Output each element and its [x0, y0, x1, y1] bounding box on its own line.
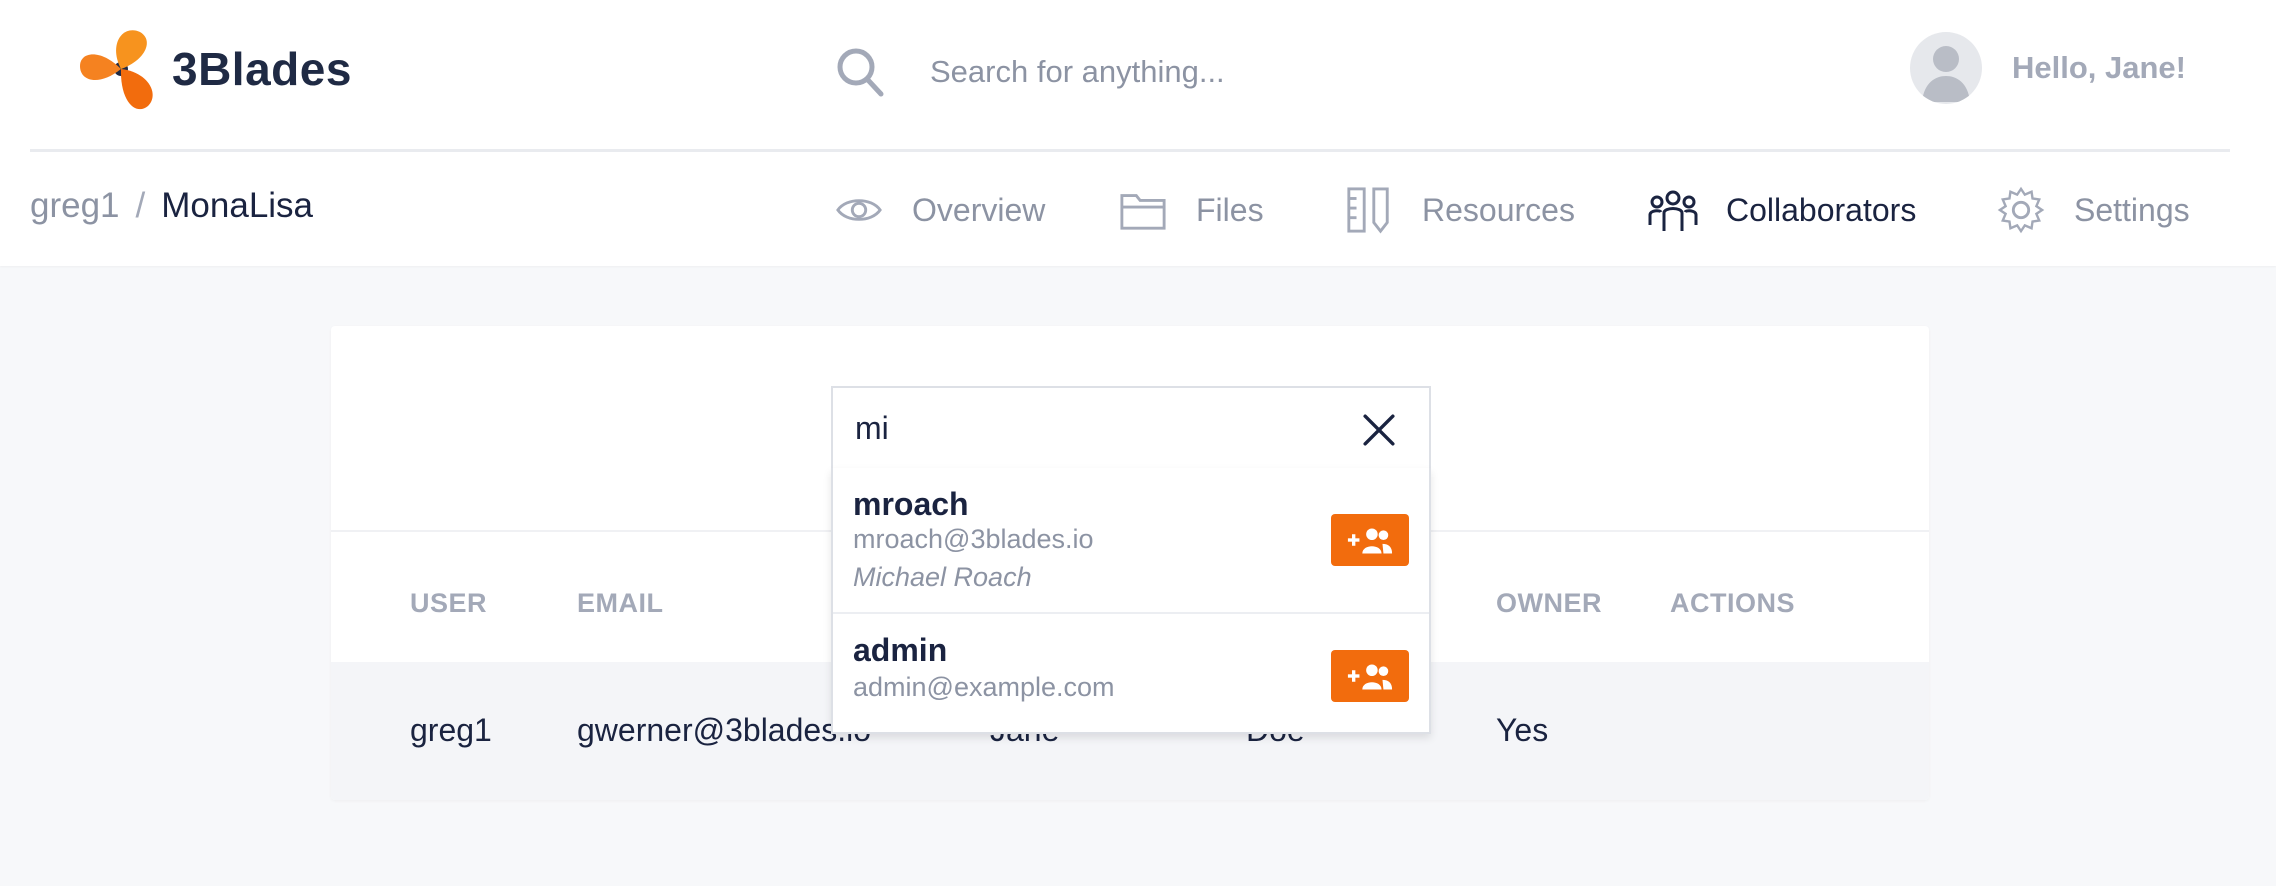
- list-item[interactable]: mroach mroach@3blades.io Michael Roach: [833, 468, 1429, 614]
- breadcrumb-separator: /: [135, 186, 146, 225]
- app-name: 3Blades: [172, 43, 352, 95]
- result-full-name: Michael Roach: [853, 562, 1032, 592]
- user-greeting[interactable]: Hello, Jane!: [2012, 50, 2186, 86]
- add-collaborator-button[interactable]: [1331, 650, 1409, 702]
- result-username: mroach: [853, 486, 969, 522]
- collaborator-search-input[interactable]: [833, 398, 1313, 458]
- add-user-icon: [1347, 528, 1393, 554]
- cell-owner: Yes: [1496, 712, 1549, 748]
- people-icon: [1648, 185, 1698, 235]
- user-silhouette-icon: [1922, 46, 1970, 102]
- cell-email: gwerner@3blades.io: [577, 712, 871, 748]
- tab-overview-label: Overview: [912, 191, 1046, 228]
- tab-settings[interactable]: Settings: [1996, 180, 2190, 240]
- eye-icon: [834, 185, 884, 235]
- tab-resources-label: Resources: [1422, 191, 1575, 228]
- header-divider: [30, 149, 2230, 152]
- avatar[interactable]: [1910, 32, 1982, 104]
- column-header-actions: ACTIONS: [1670, 588, 1795, 618]
- tab-files-label: Files: [1196, 191, 1264, 228]
- top-header: 3Blades Hello, Jane! greg1 / MonaLisa Ov…: [0, 0, 2276, 266]
- column-header-email: EMAIL: [577, 588, 664, 618]
- tab-overview[interactable]: Overview: [834, 180, 1045, 240]
- tab-settings-label: Settings: [2074, 191, 2190, 228]
- result-email: mroach@3blades.io: [853, 524, 1094, 554]
- tab-resources[interactable]: Resources: [1344, 180, 1575, 240]
- result-username: admin: [853, 632, 948, 668]
- list-item[interactable]: admin admin@example.com: [833, 616, 1429, 732]
- global-search-input[interactable]: [930, 44, 1630, 100]
- ruler-pencil-icon: [1344, 185, 1394, 235]
- tab-files[interactable]: Files: [1118, 180, 1264, 240]
- search-icon[interactable]: [835, 46, 885, 98]
- breadcrumb: greg1 / MonaLisa: [30, 186, 313, 226]
- add-collaborator-button[interactable]: [1331, 514, 1409, 566]
- search-results-dropdown: mroach mroach@3blades.io Michael Roach a…: [831, 468, 1431, 734]
- column-header-user: USER: [410, 588, 488, 618]
- breadcrumb-project[interactable]: MonaLisa: [161, 186, 313, 226]
- collaborator-search: [831, 386, 1431, 470]
- app-logo[interactable]: 3Blades: [78, 24, 352, 114]
- breadcrumb-owner[interactable]: greg1: [30, 186, 120, 226]
- gear-icon: [1996, 185, 2046, 235]
- column-header-owner: OWNER: [1496, 588, 1602, 618]
- tab-collaborators[interactable]: Collaborators: [1648, 180, 1916, 240]
- close-icon[interactable]: [1357, 408, 1401, 452]
- logo-icon: [80, 30, 153, 110]
- cell-user: greg1: [410, 712, 492, 748]
- folder-icon: [1118, 185, 1168, 235]
- tab-collaborators-label: Collaborators: [1726, 191, 1917, 228]
- add-user-icon: [1347, 664, 1393, 690]
- result-email: admin@example.com: [853, 672, 1115, 702]
